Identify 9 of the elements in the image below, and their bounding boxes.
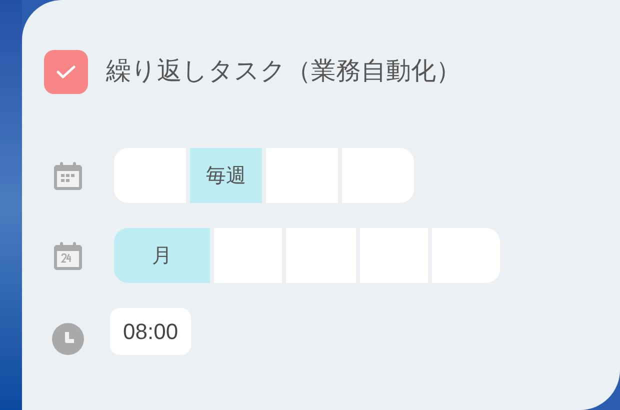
calendar-date-icon bbox=[52, 240, 84, 272]
checkbox[interactable] bbox=[44, 50, 88, 94]
time-field[interactable]: 08:00 bbox=[110, 308, 192, 355]
calendar-icon bbox=[52, 160, 84, 192]
task-title: 繰り返しタスク（業務自動化） bbox=[106, 56, 461, 88]
clock-icon bbox=[52, 322, 84, 354]
segment-option[interactable]: 月 bbox=[114, 228, 210, 283]
segment-option[interactable]: 毎週 bbox=[190, 148, 262, 203]
checkmark-icon bbox=[56, 65, 76, 79]
